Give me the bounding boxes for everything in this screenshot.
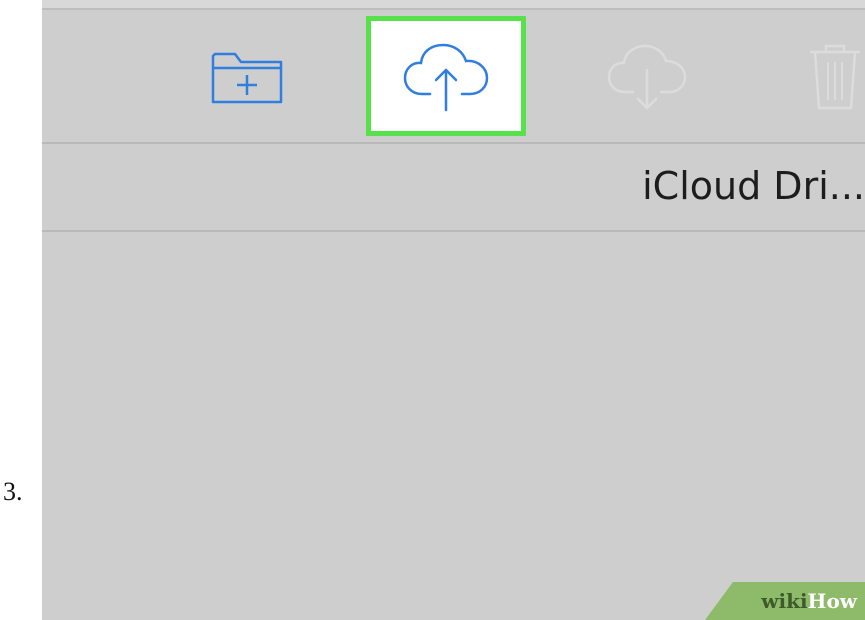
watermark-wiki: wiki <box>761 589 808 613</box>
cloud-upload-icon <box>403 43 489 112</box>
toolbar <box>42 10 865 142</box>
delete-button[interactable] <box>797 32 865 122</box>
folder-plus-icon <box>211 52 283 104</box>
window-top-edge <box>42 0 865 10</box>
watermark-how: How <box>807 589 857 613</box>
icloud-drive-window: iCloud Dri... wiki How <box>42 0 865 620</box>
location-header: iCloud Dri... <box>42 144 865 230</box>
location-title: iCloud Dri... <box>642 164 865 208</box>
cloud-download-icon <box>607 44 687 110</box>
step-number: 3. <box>3 477 23 506</box>
upload-button[interactable] <box>366 16 526 136</box>
wikihow-watermark: wiki How <box>705 582 865 620</box>
trash-icon <box>810 44 860 110</box>
download-button[interactable] <box>597 32 697 122</box>
new-folder-button[interactable] <box>202 32 292 122</box>
file-list-area[interactable] <box>42 232 865 620</box>
